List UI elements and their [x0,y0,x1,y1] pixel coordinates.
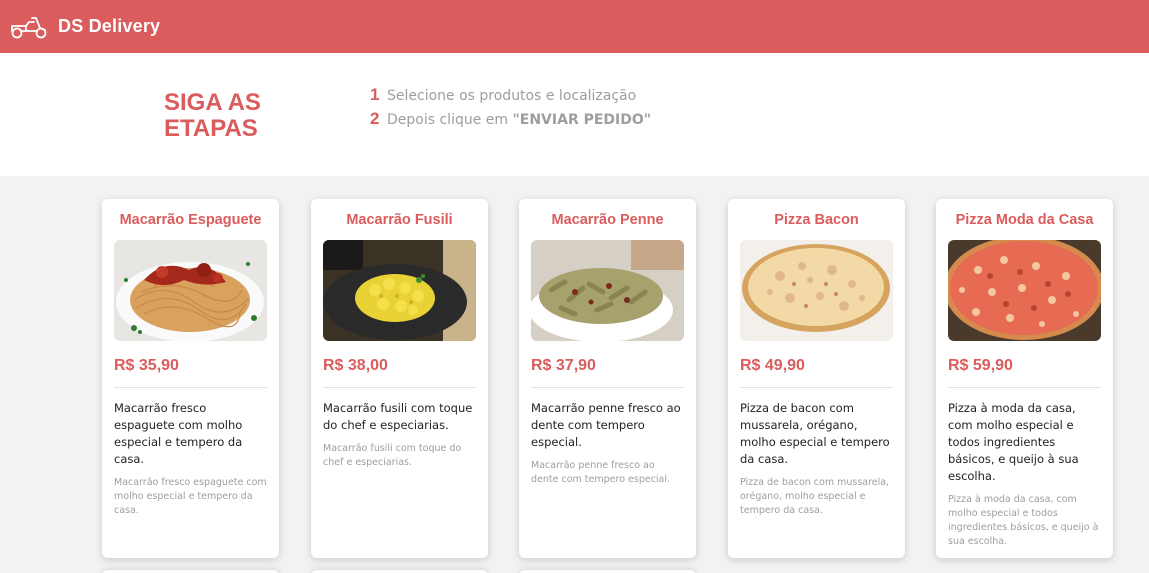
product-image [740,240,893,341]
step-item: 2 Depois clique em "ENVIAR PEDIDO" [370,109,651,133]
product-name: Macarrão Fusili [346,212,453,228]
product-description: Pizza à moda da casa, com molho especial… [948,401,1079,483]
product-name: Pizza Bacon [774,212,859,228]
steps-title: SIGA AS ETAPAS [164,90,274,142]
product-price: R$ 59,90 [948,357,1101,388]
step-text-plain: Depois clique em [387,112,513,128]
product-price: R$ 37,90 [531,357,684,388]
product-description: Macarrão penne fresco ao dente com tempe… [531,401,681,449]
product-card[interactable]: Macarrão Penne R$ 37,90 Macarrão penne f… [519,199,696,558]
product-card[interactable]: Macarrão Espaguete R$ 35,90 Macarrão fre… [102,199,279,558]
product-image [323,240,476,341]
product-image [531,240,684,341]
product-description: Macarrão fusili com toque do chef e espe… [323,401,473,432]
product-name: Macarrão Espaguete [119,212,262,228]
product-image [114,240,267,341]
step-number: 2 [370,109,380,128]
scooter-icon[interactable] [10,14,48,40]
product-price: R$ 38,00 [323,357,476,388]
step-text-strong: "ENVIAR PEDIDO" [512,112,652,128]
steps-title-line2: ETAPAS [164,115,258,142]
product-price: R$ 35,90 [114,357,267,388]
product-details: Macarrão penne fresco ao dente com tempe… [531,460,671,485]
product-card[interactable]: Pizza Moda da Casa R$ 59,90 Pizza à moda… [936,199,1113,558]
product-card[interactable]: Macarrão Fusili R$ 38,00 Macarrão fusili… [311,199,488,558]
product-name: Macarrão Penne [551,212,664,228]
product-name: Pizza Moda da Casa [955,212,1094,228]
steps-section: SIGA AS ETAPAS 1 Selecione os produtos e… [0,53,1149,176]
navbar: DS Delivery [0,0,1149,53]
step-text: Selecione os produtos e localização [387,88,637,104]
product-description: Macarrão fresco espaguete com molho espe… [114,401,243,466]
product-details: Pizza de bacon com mussarela, orégano, m… [740,477,890,516]
product-card[interactable]: Pizza Bacon R$ 49,90 Pizza de bacon com … [728,199,905,558]
step-item: 1 Selecione os produtos e localização [370,85,651,109]
product-list: Macarrão Espaguete R$ 35,90 Macarrão fre… [0,176,1149,573]
brand-title[interactable]: DS Delivery [58,16,160,37]
steps-title-line1: SIGA AS [164,89,261,116]
product-details: Pizza à moda da casa, com molho especial… [948,494,1099,547]
steps-list: 1 Selecione os produtos e localização 2 … [370,85,651,133]
product-description: Pizza de bacon com mussarela, orégano, m… [740,401,890,466]
product-price: R$ 49,90 [740,357,893,388]
product-details: Macarrão fresco espaguete com molho espe… [114,477,267,516]
product-details: Macarrão fusili com toque do chef e espe… [323,443,462,468]
product-image [948,240,1101,341]
step-number: 1 [370,85,380,104]
step-text: Depois clique em "ENVIAR PEDIDO" [387,112,651,128]
